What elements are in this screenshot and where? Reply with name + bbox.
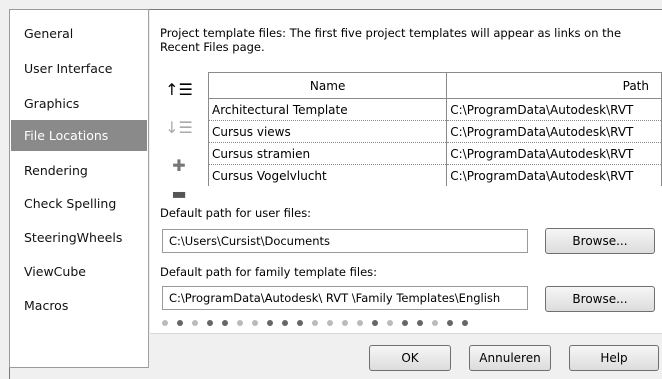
template-path-cell[interactable]: C:\ProgramData\Autodesk\RVT (446, 98, 662, 121)
dot (297, 320, 303, 326)
dot (207, 320, 213, 326)
template-path-cell[interactable]: C:\ProgramData\Autodesk\RVT (446, 142, 662, 165)
column-header-path[interactable]: Path (446, 72, 662, 99)
dot (252, 320, 258, 326)
template-name-cell[interactable]: Cursus Vogelvlucht (207, 164, 448, 186)
template-name-cell[interactable]: Cursus views (207, 120, 448, 143)
add-icon: ✚ (172, 155, 186, 175)
move-down-button[interactable]: ↓☰ (164, 115, 194, 139)
dialog-button-bar: OK Annuleren Help (150, 333, 662, 379)
decorative-dots (162, 320, 468, 326)
template-path-cell[interactable]: C:\ProgramData\Autodesk\RVT (446, 120, 662, 143)
move-down-icon: ↓☰ (165, 117, 193, 137)
dot (432, 320, 438, 326)
dot (327, 320, 333, 326)
move-up-icon: ↑☰ (165, 79, 193, 99)
help-button[interactable]: Help (569, 345, 659, 371)
dot (372, 320, 378, 326)
template-name-cell[interactable]: Cursus stramien (207, 142, 448, 165)
dot (192, 320, 198, 326)
dot (462, 320, 468, 326)
sidebar-item-user-interface[interactable]: User Interface (11, 53, 147, 84)
sidebar-item-macros[interactable]: Macros (11, 290, 147, 321)
user-files-path-field[interactable]: C:\Users\Cursist\Documents (162, 229, 528, 253)
ok-button[interactable]: OK (369, 345, 451, 371)
options-sidebar: General User Interface Graphics File Loc… (9, 9, 149, 368)
dot (402, 320, 408, 326)
browse-family-templates-button[interactable]: Browse... (545, 286, 655, 312)
dot (177, 320, 183, 326)
column-header-name[interactable]: Name (207, 72, 448, 99)
dot (312, 320, 318, 326)
table-row[interactable]: Cursus stramien C:\ProgramData\Autodesk\… (207, 142, 662, 165)
template-intro-text: Project template files: The first five p… (160, 26, 622, 54)
table-row[interactable]: Cursus Vogelvlucht C:\ProgramData\Autode… (207, 164, 662, 186)
dot (282, 320, 288, 326)
template-name-cell[interactable]: Architectural Template (207, 98, 448, 121)
dot (447, 320, 453, 326)
project-templates-table: Name Path Architectural Template C:\Prog… (207, 72, 662, 186)
table-row[interactable]: Architectural Template C:\ProgramData\Au… (207, 98, 662, 121)
sidebar-item-check-spelling[interactable]: Check Spelling (11, 188, 147, 219)
dot (267, 320, 273, 326)
sidebar-item-file-locations[interactable]: File Locations (11, 120, 147, 151)
dot (357, 320, 363, 326)
browse-user-files-button[interactable]: Browse... (545, 228, 655, 254)
move-up-button[interactable]: ↑☰ (164, 77, 194, 101)
sidebar-item-steeringwheels[interactable]: SteeringWheels (11, 222, 147, 253)
template-path-cell[interactable]: C:\ProgramData\Autodesk\RVT (446, 164, 662, 186)
dot (222, 320, 228, 326)
dot (237, 320, 243, 326)
dot (417, 320, 423, 326)
sidebar-item-graphics[interactable]: Graphics (11, 88, 147, 119)
dot (387, 320, 393, 326)
family-templates-path-field[interactable]: C:\ProgramData\Autodesk\ RVT \Family Tem… (162, 286, 528, 310)
sidebar-item-viewcube[interactable]: ViewCube (11, 256, 147, 287)
cancel-button[interactable]: Annuleren (469, 345, 551, 371)
add-template-button[interactable]: ✚ (164, 153, 194, 177)
file-locations-panel: Project template files: The first five p… (150, 10, 662, 365)
dot (162, 320, 168, 326)
user-files-label: Default path for user files: (160, 206, 312, 220)
dot (342, 320, 348, 326)
sidebar-item-general[interactable]: General (11, 18, 147, 49)
family-templates-label: Default path for family template files: (160, 265, 378, 279)
table-row[interactable]: Cursus views C:\ProgramData\Autodesk\RVT (207, 120, 662, 143)
sidebar-item-rendering[interactable]: Rendering (11, 155, 147, 186)
remove-template-button[interactable]: ▬ (164, 181, 194, 205)
remove-icon: ▬ (171, 183, 187, 203)
